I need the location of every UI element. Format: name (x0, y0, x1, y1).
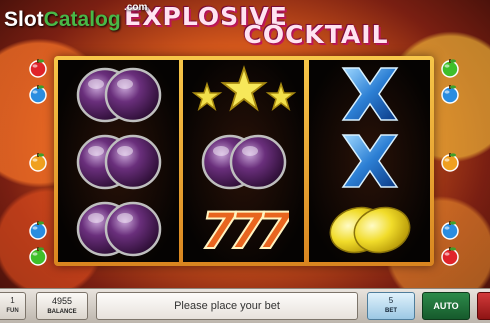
bottom-control-bar: 1 FUN 4955 BALANCE Please place your bet… (0, 288, 490, 323)
watermark-suffix: .com (124, 2, 148, 13)
seven-symbol: 777 (183, 194, 304, 261)
reel-3 (309, 60, 430, 262)
status-message: Please place your bet (96, 292, 358, 320)
blue-apple-icon (28, 220, 48, 240)
green-apple-icon (440, 58, 460, 78)
left-line-markers (26, 54, 50, 268)
balance-display: 4955 BALANCE (36, 292, 88, 320)
red-apple-icon (28, 58, 48, 78)
balance-label: BALANCE (47, 309, 77, 315)
red-apple-icon (440, 246, 460, 266)
orange-apple-icon (28, 152, 48, 172)
blue-apple-icon (28, 84, 48, 104)
fun-value: 1 (10, 296, 15, 305)
reel-2: 777 (183, 60, 304, 262)
watermark: SlotCatalog .com (4, 2, 147, 32)
fun-button[interactable]: 1 FUN (0, 292, 26, 320)
plum-symbol (183, 127, 304, 194)
orange-apple-icon (440, 152, 460, 172)
right-line-markers (438, 54, 462, 268)
bet-button[interactable]: 5 BET (367, 292, 415, 320)
auto-button[interactable]: AUTO (422, 292, 470, 320)
green-apple-icon (28, 246, 48, 266)
watermark-part2: Catalog (43, 8, 121, 31)
plum-symbol (58, 60, 179, 127)
logo-title-line2: COCKTAIL (243, 20, 389, 49)
spin-button[interactable] (477, 292, 490, 320)
svg-text:7: 7 (257, 202, 289, 256)
bet-label: BET (385, 308, 397, 314)
reel-1 (58, 60, 179, 262)
reel-frame: 777 (54, 56, 434, 266)
plum-symbol (58, 127, 179, 194)
watermark-part1: Slot (4, 8, 44, 31)
blue-apple-icon (440, 84, 460, 104)
blue-apple-icon (440, 220, 460, 240)
fun-label: FUN (6, 308, 19, 314)
lemon-symbol (309, 194, 430, 261)
star-symbol (183, 60, 304, 127)
plum-symbol (58, 194, 179, 261)
balance-value: 4955 (51, 296, 73, 306)
cross-symbol (309, 127, 430, 194)
bet-value: 5 (388, 296, 394, 305)
cross-symbol (309, 60, 430, 127)
